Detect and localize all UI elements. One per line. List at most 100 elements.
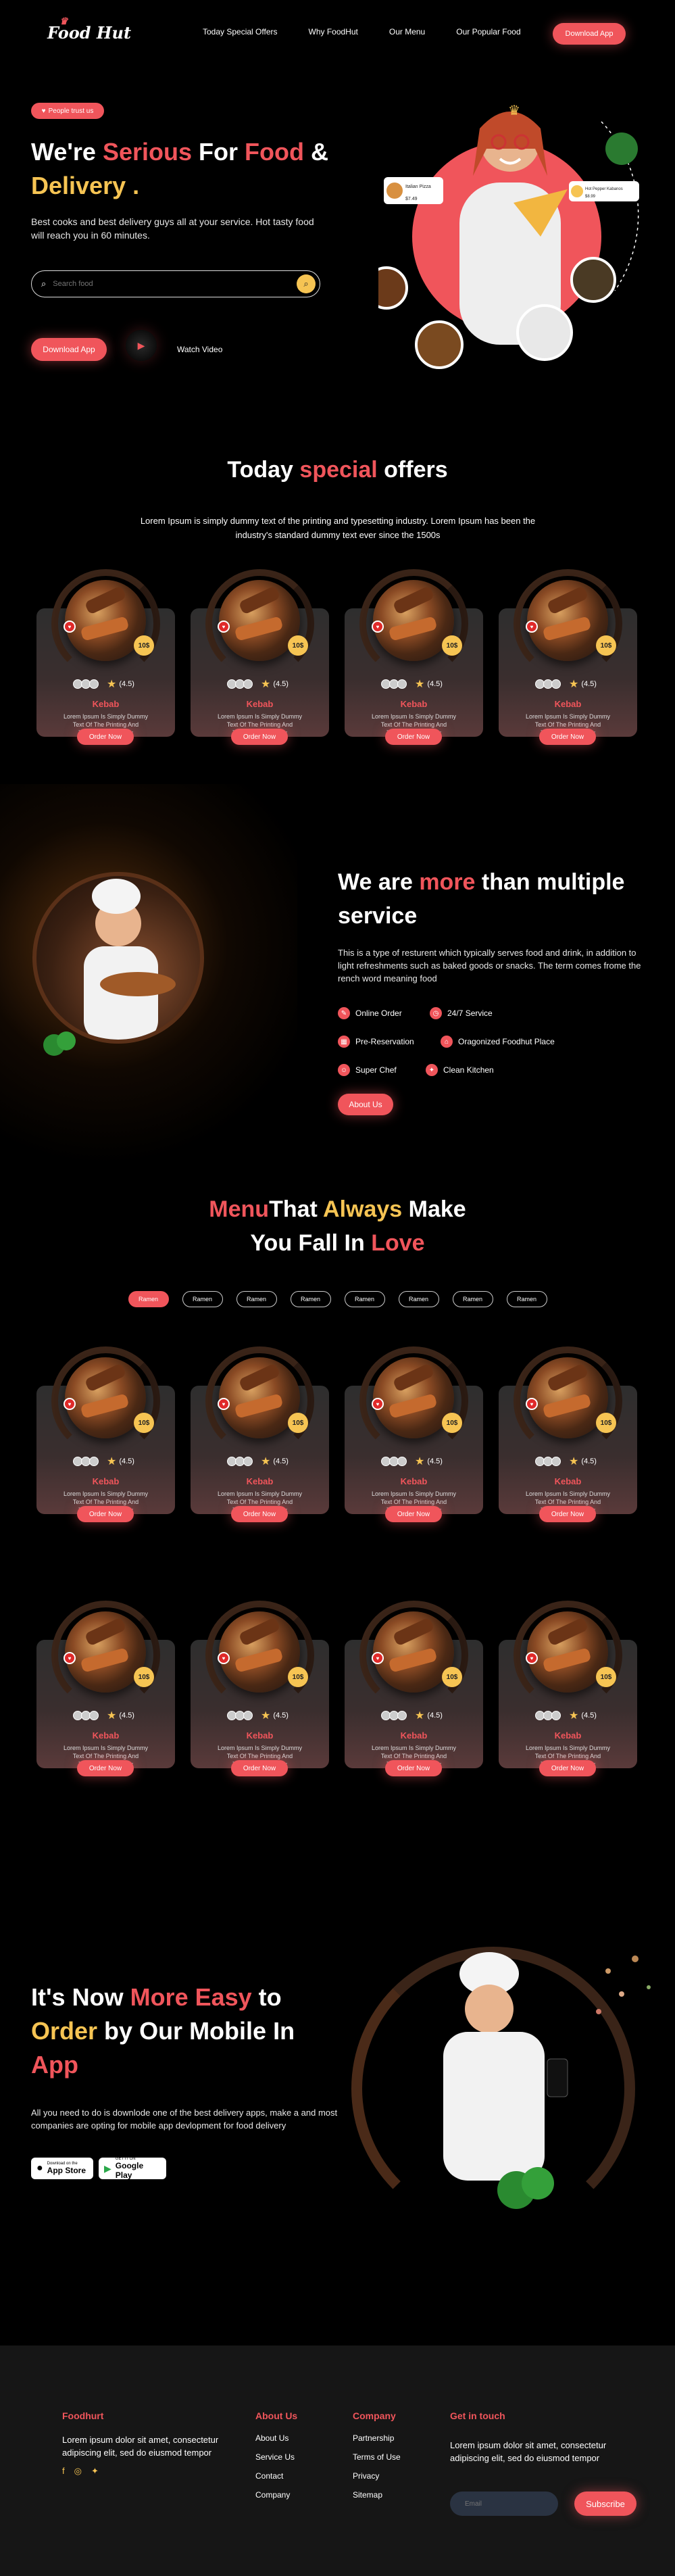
facebook-icon[interactable]: f (62, 2466, 65, 2477)
about-us-button[interactable]: About Us (338, 1094, 393, 1115)
service-title: We are more than multiple service (338, 865, 649, 933)
price-badge: 10$ (596, 635, 616, 656)
nav-why-foodhut[interactable]: Why FoodHut (309, 27, 358, 37)
footer-link-terms[interactable]: Terms of Use (353, 2452, 401, 2462)
app-title-more-easy: More Easy (130, 1983, 252, 2011)
search-submit-icon[interactable]: ⌕ (297, 274, 316, 293)
price-badge: 10$ (134, 635, 154, 656)
tab-ramen-8[interactable]: Ramen (506, 1291, 547, 1307)
tab-ramen-3[interactable]: Ramen (236, 1291, 277, 1307)
order-now-button[interactable]: Order Now (385, 1506, 442, 1522)
hero-download-button[interactable]: Download App (31, 338, 107, 361)
search-input[interactable] (53, 280, 297, 288)
sparkle-icon: ✦ (426, 1064, 438, 1076)
food-name: Kebab (400, 699, 428, 709)
footer-link-sitemap[interactable]: Sitemap (353, 2490, 401, 2500)
feature-label: Clean Kitchen (443, 1065, 494, 1075)
trust-badge: ♥ People trust us (31, 103, 104, 119)
tab-ramen-7[interactable]: Ramen (452, 1291, 493, 1307)
food-name: Kebab (92, 699, 120, 709)
offers-title: Today special offers (0, 457, 675, 483)
footer-about-title: About Us (255, 2410, 298, 2421)
google-play-button[interactable]: ▶ GET IT ON Google Play (99, 2157, 166, 2180)
heart-icon: ♥ (41, 107, 46, 115)
footer-link-contact[interactable]: Contact (255, 2471, 297, 2481)
heart-icon[interactable]: ♥ (218, 1398, 230, 1410)
nav-our-menu[interactable]: Our Menu (389, 27, 425, 37)
food-card: ♥ 10$ ★ (4.5) Kebab Lorem Ipsum Is Simply Dum… (499, 1601, 637, 1776)
play-video-icon[interactable]: ▶ (126, 330, 157, 361)
offers-description: Lorem Ipsum is simply dummy text of the … (140, 516, 536, 540)
nav-download-button[interactable]: Download App (553, 23, 626, 45)
logo[interactable]: ♛ Food Hut (47, 16, 131, 43)
app-store-button[interactable]: ● Download on the App Store (31, 2158, 93, 2179)
heart-icon[interactable]: ♥ (64, 621, 76, 633)
tab-ramen-6[interactable]: Ramen (398, 1291, 439, 1307)
footer-link-privacy[interactable]: Privacy (353, 2471, 401, 2481)
service-title-more: more (419, 869, 476, 895)
feature-label: 24/7 Service (447, 1008, 493, 1018)
order-now-button[interactable]: Order Now (77, 729, 134, 745)
heart-icon[interactable]: ♥ (526, 621, 538, 633)
rating-row: ★ (4.5) (381, 1455, 443, 1468)
app-description: All you need to do is downlode one of th… (31, 2108, 338, 2131)
star-icon: ★ (569, 1456, 579, 1467)
order-now-button[interactable]: Order Now (231, 1506, 288, 1522)
star-icon: ★ (107, 1456, 117, 1467)
price-badge: 10$ (288, 1667, 308, 1687)
instagram-icon[interactable]: ◎ (74, 2466, 82, 2477)
heart-icon[interactable]: ♥ (526, 1652, 538, 1664)
footer-link-about[interactable]: About Us (255, 2433, 297, 2443)
chef-illustration (84, 879, 176, 1040)
heart-icon[interactable]: ♥ (372, 621, 384, 633)
rating-value: (4.5) (119, 680, 134, 688)
feature-label: Online Order (355, 1008, 402, 1018)
heart-icon[interactable]: ♥ (218, 1652, 230, 1664)
order-now-button[interactable]: Order Now (231, 1760, 288, 1776)
food-card: ♥ 10$ ★ (4.5) Kebab Lorem Ipsum Is Simply Dum… (191, 569, 329, 745)
tab-ramen-1[interactable]: Ramen (128, 1291, 169, 1307)
float-card-pizza-icon (386, 183, 403, 199)
nav-today-special[interactable]: Today Special Offers (203, 27, 278, 37)
order-now-button[interactable]: Order Now (231, 729, 288, 745)
order-now-button[interactable]: Order Now (77, 1506, 134, 1522)
star-icon: ★ (569, 679, 579, 690)
rating-value: (4.5) (119, 1457, 134, 1465)
heart-icon[interactable]: ♥ (526, 1398, 538, 1410)
tab-ramen-2[interactable]: Ramen (182, 1291, 223, 1307)
tab-ramen-4[interactable]: Ramen (290, 1291, 331, 1307)
order-now-button[interactable]: Order Now (539, 729, 596, 745)
order-now-button[interactable]: Order Now (385, 1760, 442, 1776)
twitter-icon[interactable]: ✦ (91, 2466, 99, 2477)
tab-ramen-5[interactable]: Ramen (344, 1291, 385, 1307)
avatar (397, 679, 407, 689)
avatar (243, 1457, 253, 1466)
heart-icon[interactable]: ♥ (218, 621, 230, 633)
footer-touch-title: Get in touch (450, 2410, 505, 2421)
food-card: ♥ 10$ ★ (4.5) Kebab Lorem Ipsum Is Simply Dum… (191, 1601, 329, 1776)
feature-online-order: ✎ Online Order (338, 1007, 402, 1019)
heart-icon[interactable]: ♥ (372, 1398, 384, 1410)
order-now-button[interactable]: Order Now (539, 1506, 596, 1522)
feature-clean-kitchen: ✦ Clean Kitchen (426, 1064, 494, 1076)
watch-video-link[interactable]: Watch Video (177, 345, 222, 354)
footer-link-company[interactable]: Company (255, 2490, 297, 2500)
subscribe-button[interactable]: Subscribe (574, 2492, 636, 2516)
hero-title-serious: Serious (102, 138, 192, 166)
heart-icon[interactable]: ♥ (372, 1652, 384, 1664)
nav-popular-food[interactable]: Our Popular Food (456, 27, 520, 37)
order-now-button[interactable]: Order Now (77, 1760, 134, 1776)
footer-link-service[interactable]: Service Us (255, 2452, 297, 2462)
order-now-button[interactable]: Order Now (385, 729, 442, 745)
feature-24-7: ◷ 24/7 Service (430, 1007, 493, 1019)
heart-icon[interactable]: ♥ (64, 1398, 76, 1410)
heart-icon[interactable]: ♥ (64, 1652, 76, 1664)
chef-hat-icon: ♛ (59, 16, 68, 27)
email-field[interactable] (450, 2492, 558, 2516)
parsley-icon (43, 1031, 76, 1056)
rating-row: ★ (4.5) (227, 1709, 289, 1722)
chef-hat (92, 879, 141, 914)
spice-dot (596, 2009, 601, 2014)
footer-link-partnership[interactable]: Partnership (353, 2433, 401, 2443)
order-now-button[interactable]: Order Now (539, 1760, 596, 1776)
